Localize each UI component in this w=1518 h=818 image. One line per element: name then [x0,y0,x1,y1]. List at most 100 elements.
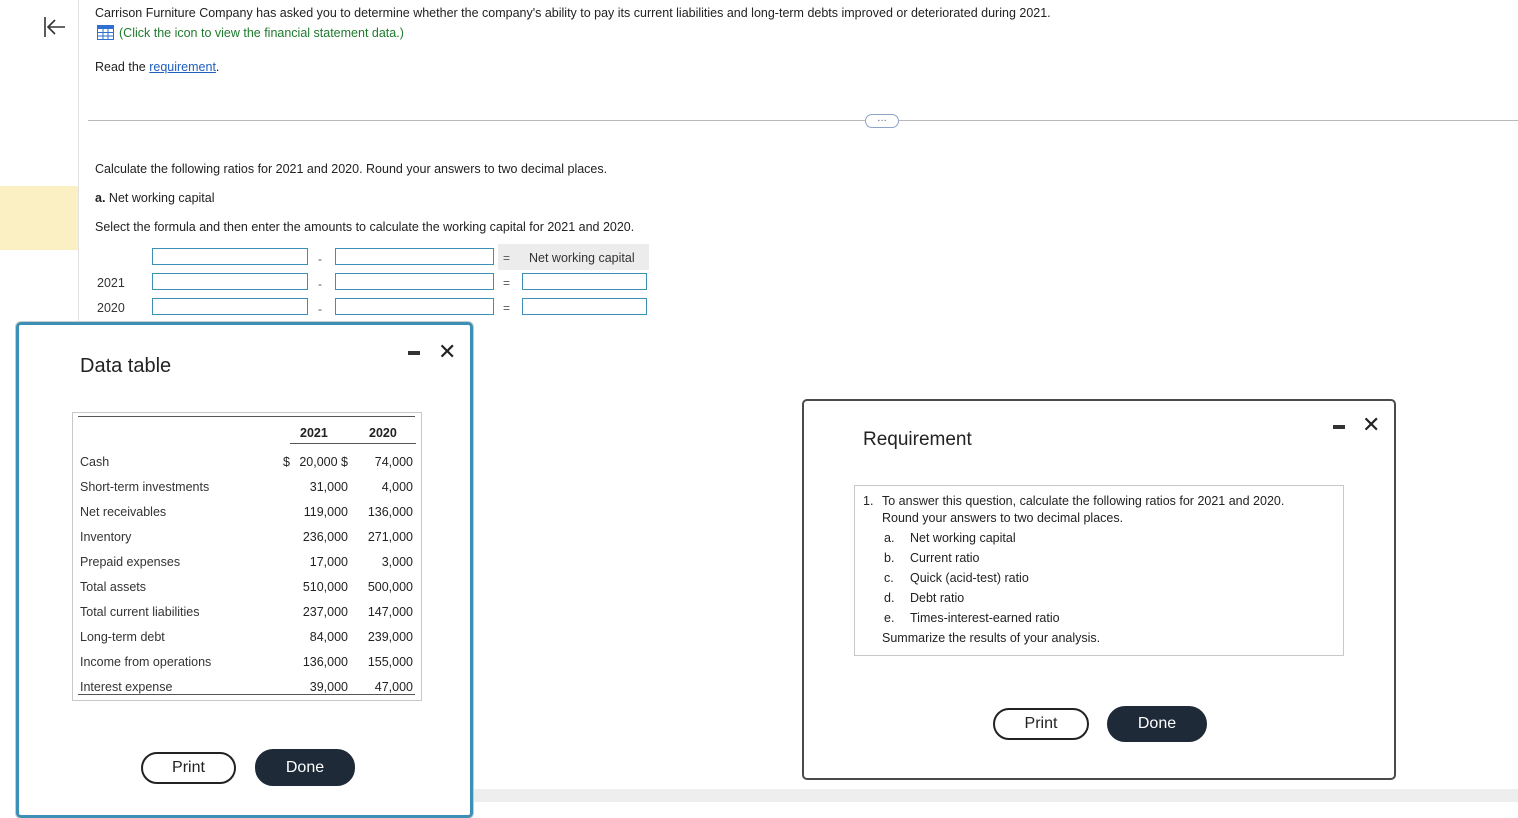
value-2021: 136,000 [302,655,348,669]
column-header-2021: 2021 [300,426,328,440]
table-top-rule [78,416,415,417]
ratio-letter: e. [884,611,895,625]
print-button[interactable]: Print [993,708,1089,740]
close-icon[interactable]: ✕ [438,341,456,363]
question-text: Carrison Furniture Company has asked you… [95,6,1051,20]
part-label: a. Net working capital [95,191,215,205]
minimize-icon[interactable] [1333,425,1345,429]
ratio-name: Quick (acid-test) ratio [910,571,1029,585]
value-2020: 136,000 [367,505,413,519]
intro-line-2: Round your answers to two decimal places… [882,511,1124,525]
table-row: Total current liabilities 237,000 147,000 [73,599,421,624]
year-label-2021: 2021 [97,276,125,290]
row-label: Total current liabilities [80,605,200,619]
financial-data-link[interactable]: (Click the icon to view the financial st… [97,25,404,40]
ratio-letter: a. [884,531,895,545]
value-2020: 74,000 [374,455,413,469]
select-formula-text: Select the formula and then enter the am… [95,220,635,234]
ratio-letter: d. [884,591,895,605]
item-number: 1. [863,494,874,508]
read-prefix: Read the [95,60,150,74]
formula-term2-select[interactable] [335,248,494,265]
year-label-2020: 2020 [97,301,125,315]
value-2021: 31,000 [309,480,348,494]
minus-sign: - [318,252,322,266]
value-2020: 47,000 [374,680,413,694]
part-name: Net working capital [105,191,215,205]
active-question-marker [0,186,78,250]
value-2021: 84,000 [309,630,348,644]
part-letter: a. [95,191,106,205]
row-label: Cash [80,455,110,469]
section-divider [88,120,1518,121]
collapse-panel-icon[interactable] [38,12,72,42]
value-2020: 3,000 [381,555,413,569]
table-row: Net receivables 119,000 136,000 [73,499,421,524]
value-2021: 237,000 [302,605,348,619]
table-row: Long-term debt 84,000 239,000 [73,624,421,649]
read-requirement: Read the requirement. [95,60,219,74]
expand-ellipsis-button[interactable]: … [865,114,899,128]
ratio-name: Net working capital [910,531,1016,545]
term2-2020-input[interactable] [335,298,494,315]
data-table-dialog: ✕ Data table 2021 2020 Cash $20,000 $ 74,0… [16,322,473,818]
table-bottom-rule [78,694,415,695]
term1-2020-input[interactable] [152,298,308,315]
table-row: Cash $20,000 $ 74,000 [73,449,421,474]
value-2021: 119,000 [303,505,348,519]
header-rule [290,443,416,444]
row-label: Inventory [80,530,132,544]
value-2021: 236,000 [302,530,348,544]
row-label: Net receivables [80,505,167,519]
minimize-icon[interactable] [408,351,420,355]
read-suffix: . [215,60,220,74]
minus-sign: - [318,277,322,291]
value-2020: 500,000 [367,580,413,594]
column-header-2020: 2020 [369,426,397,440]
ratio-name: Debt ratio [910,591,965,605]
financial-data-link-text[interactable]: (Click the icon to view the financial st… [119,26,404,40]
formula-term1-select[interactable] [152,248,308,265]
dialog-title: Data table [80,355,172,377]
done-button[interactable]: Done [1107,706,1207,742]
minus-sign: - [318,302,322,316]
table-row: Inventory 236,000 271,000 [73,524,421,549]
value-2021: 20,000 $ [299,455,348,469]
intro-line-1: To answer this question, calculate the f… [882,494,1285,508]
done-button[interactable]: Done [255,749,355,786]
equals-sign: = [503,301,511,315]
value-2021: 17,000 [309,555,348,569]
table-row: Income from operations 136,000 155,000 [73,649,421,674]
result-2020-input[interactable] [522,298,647,315]
row-label: Long-term debt [80,630,165,644]
instruction-text: Calculate the following ratios for 2021 … [95,162,608,176]
currency-symbol: $ [283,455,290,469]
table-row: Interest expense 39,000 47,000 [73,674,421,699]
table-row: Prepaid expenses 17,000 3,000 [73,549,421,574]
value-2020: 271,000 [367,530,413,544]
row-label: Short-term investments [80,480,210,494]
ratio-name: Current ratio [910,551,980,565]
term2-2021-input[interactable] [335,273,494,290]
value-2020: 147,000 [367,605,413,619]
equals-sign: = [503,251,511,265]
ratio-name: Times-interest-earned ratio [910,611,1060,625]
close-icon[interactable]: ✕ [1362,414,1380,436]
row-label: Prepaid expenses [80,555,181,569]
row-label: Total assets [80,580,147,594]
summary-text: Summarize the results of your analysis. [882,631,1101,645]
result-2021-input[interactable] [522,273,647,290]
value-2021: 39,000 [309,680,348,694]
row-label: Interest expense [80,680,173,694]
requirement-link[interactable]: requirement [149,60,216,74]
value-2020: 4,000 [381,480,413,494]
row-label: Income from operations [80,655,212,669]
print-button[interactable]: Print [141,752,236,784]
requirement-dialog: ✕ Requirement 1. To answer this question… [802,399,1396,780]
term1-2021-input[interactable] [152,273,308,290]
ratio-letter: b. [884,551,895,565]
table-row: Short-term investments 31,000 4,000 [73,474,421,499]
bottom-strip [470,789,1518,802]
table-grid-icon[interactable] [97,25,114,40]
dialog-title: Requirement [863,429,972,450]
